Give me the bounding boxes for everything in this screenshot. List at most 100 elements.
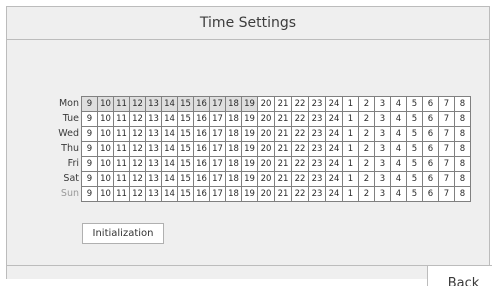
hour-cell[interactable]: 24 xyxy=(325,141,343,157)
hour-cell[interactable]: 21 xyxy=(274,126,292,142)
hour-cell[interactable]: 14 xyxy=(161,126,178,142)
hour-cell[interactable]: 3 xyxy=(374,141,391,157)
hour-cell[interactable]: 7 xyxy=(438,186,455,202)
hour-cell[interactable]: 8 xyxy=(454,156,471,172)
hour-cell[interactable]: 21 xyxy=(274,111,292,127)
hour-cell[interactable]: 13 xyxy=(145,141,162,157)
hour-cell[interactable]: 20 xyxy=(257,126,275,142)
hour-cell[interactable]: 24 xyxy=(325,156,343,172)
hour-cell[interactable]: 9 xyxy=(81,96,98,112)
hour-cell[interactable]: 2 xyxy=(358,141,375,157)
hour-cell[interactable]: 13 xyxy=(145,96,162,112)
hour-cell[interactable]: 8 xyxy=(454,141,471,157)
hour-cell[interactable]: 10 xyxy=(97,141,114,157)
hour-cell[interactable]: 10 xyxy=(97,96,114,112)
hour-cell[interactable]: 21 xyxy=(274,96,292,112)
hour-cell[interactable]: 3 xyxy=(374,111,391,127)
hour-cell[interactable]: 5 xyxy=(406,141,423,157)
hour-cell[interactable]: 7 xyxy=(438,141,455,157)
hour-cell[interactable]: 23 xyxy=(308,111,326,127)
hour-cell[interactable]: 19 xyxy=(241,96,258,112)
hour-cell[interactable]: 17 xyxy=(209,186,226,202)
hour-cell[interactable]: 20 xyxy=(257,96,275,112)
hour-cell[interactable]: 23 xyxy=(308,96,326,112)
hour-cell[interactable]: 1 xyxy=(342,141,359,157)
hour-cell[interactable]: 18 xyxy=(225,141,242,157)
hour-cell[interactable]: 24 xyxy=(325,171,343,187)
hour-cell[interactable]: 11 xyxy=(113,96,130,112)
hour-cell[interactable]: 2 xyxy=(358,186,375,202)
hour-cell[interactable]: 23 xyxy=(308,126,326,142)
hour-cell[interactable]: 23 xyxy=(308,186,326,202)
hour-cell[interactable]: 1 xyxy=(342,111,359,127)
hour-cell[interactable]: 19 xyxy=(241,171,258,187)
hour-cell[interactable]: 12 xyxy=(129,186,146,202)
hour-cell[interactable]: 11 xyxy=(113,171,130,187)
hour-cell[interactable]: 11 xyxy=(113,126,130,142)
hour-cell[interactable]: 22 xyxy=(291,111,309,127)
hour-cell[interactable]: 5 xyxy=(406,186,423,202)
hour-cell[interactable]: 6 xyxy=(422,186,439,202)
hour-cell[interactable]: 14 xyxy=(161,186,178,202)
hour-cell[interactable]: 22 xyxy=(291,156,309,172)
hour-cell[interactable]: 15 xyxy=(177,156,194,172)
hour-cell[interactable]: 19 xyxy=(241,111,258,127)
hour-cell[interactable]: 20 xyxy=(257,141,275,157)
hour-cell[interactable]: 17 xyxy=(209,96,226,112)
hour-cell[interactable]: 12 xyxy=(129,96,146,112)
hour-cell[interactable]: 15 xyxy=(177,186,194,202)
hour-cell[interactable]: 5 xyxy=(406,156,423,172)
hour-cell[interactable]: 16 xyxy=(193,126,210,142)
hour-cell[interactable]: 11 xyxy=(113,111,130,127)
hour-cell[interactable]: 6 xyxy=(422,96,439,112)
hour-cell[interactable]: 15 xyxy=(177,126,194,142)
hour-cell[interactable]: 3 xyxy=(374,126,391,142)
initialization-button[interactable]: Initialization xyxy=(82,223,164,244)
hour-cell[interactable]: 12 xyxy=(129,141,146,157)
hour-cell[interactable]: 18 xyxy=(225,126,242,142)
hour-cell[interactable]: 15 xyxy=(177,171,194,187)
hour-cell[interactable]: 7 xyxy=(438,126,455,142)
hour-cell[interactable]: 16 xyxy=(193,171,210,187)
hour-cell[interactable]: 20 xyxy=(257,186,275,202)
hour-cell[interactable]: 4 xyxy=(390,126,407,142)
hour-cell[interactable]: 10 xyxy=(97,186,114,202)
hour-cell[interactable]: 3 xyxy=(374,156,391,172)
hour-cell[interactable]: 12 xyxy=(129,126,146,142)
back-button[interactable]: Back xyxy=(427,265,492,286)
hour-cell[interactable]: 3 xyxy=(374,96,391,112)
hour-cell[interactable]: 5 xyxy=(406,96,423,112)
hour-cell[interactable]: 4 xyxy=(390,156,407,172)
hour-cell[interactable]: 2 xyxy=(358,156,375,172)
hour-cell[interactable]: 1 xyxy=(342,96,359,112)
hour-cell[interactable]: 4 xyxy=(390,171,407,187)
hour-cell[interactable]: 9 xyxy=(81,156,98,172)
hour-cell[interactable]: 18 xyxy=(225,171,242,187)
hour-cell[interactable]: 16 xyxy=(193,186,210,202)
hour-cell[interactable]: 22 xyxy=(291,141,309,157)
hour-cell[interactable]: 22 xyxy=(291,96,309,112)
hour-cell[interactable]: 2 xyxy=(358,126,375,142)
hour-cell[interactable]: 9 xyxy=(81,141,98,157)
hour-cell[interactable]: 17 xyxy=(209,156,226,172)
hour-cell[interactable]: 13 xyxy=(145,171,162,187)
hour-cell[interactable]: 9 xyxy=(81,111,98,127)
hour-cell[interactable]: 17 xyxy=(209,111,226,127)
hour-cell[interactable]: 14 xyxy=(161,156,178,172)
hour-cell[interactable]: 16 xyxy=(193,156,210,172)
hour-cell[interactable]: 3 xyxy=(374,186,391,202)
hour-cell[interactable]: 5 xyxy=(406,171,423,187)
hour-cell[interactable]: 10 xyxy=(97,171,114,187)
hour-cell[interactable]: 1 xyxy=(342,126,359,142)
hour-cell[interactable]: 21 xyxy=(274,141,292,157)
hour-cell[interactable]: 8 xyxy=(454,171,471,187)
hour-cell[interactable]: 12 xyxy=(129,171,146,187)
hour-cell[interactable]: 17 xyxy=(209,126,226,142)
hour-cell[interactable]: 9 xyxy=(81,186,98,202)
hour-cell[interactable]: 14 xyxy=(161,96,178,112)
hour-cell[interactable]: 19 xyxy=(241,186,258,202)
hour-cell[interactable]: 6 xyxy=(422,156,439,172)
hour-cell[interactable]: 8 xyxy=(454,96,471,112)
hour-cell[interactable]: 8 xyxy=(454,111,471,127)
hour-cell[interactable]: 18 xyxy=(225,156,242,172)
